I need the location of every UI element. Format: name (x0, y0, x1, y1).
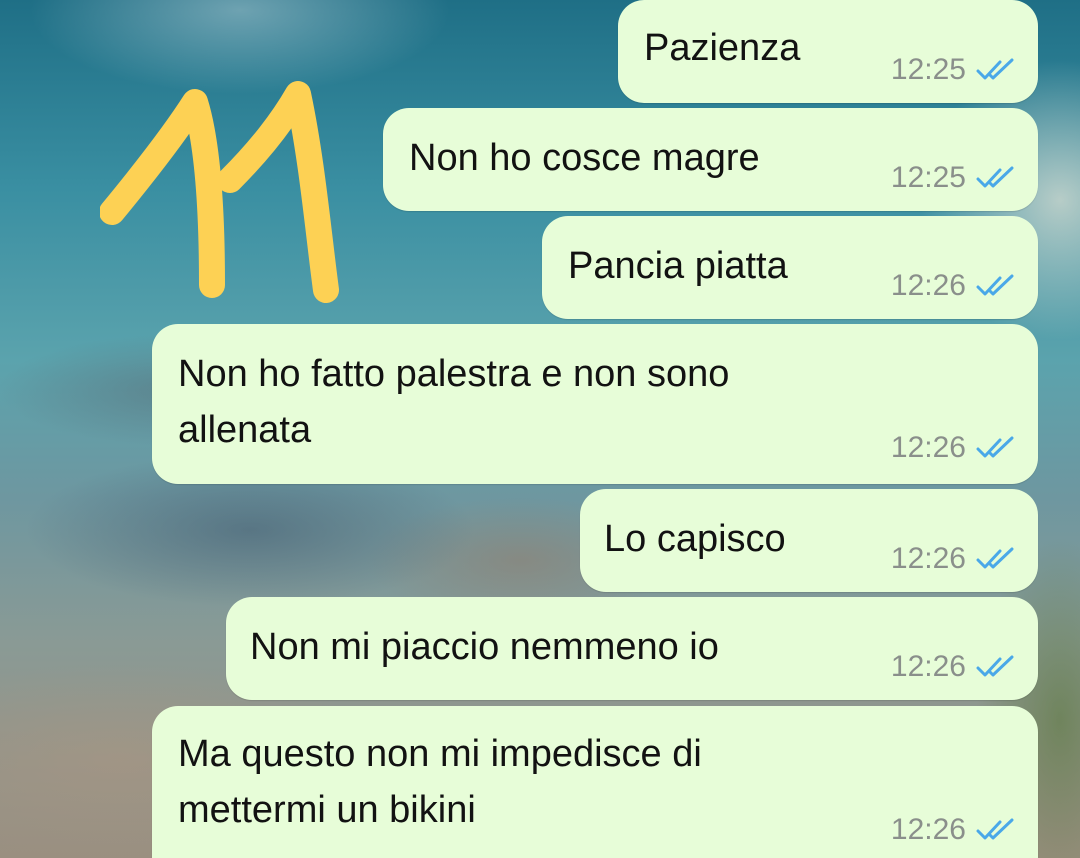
read-double-tick-icon (976, 655, 1016, 679)
read-double-tick-icon (976, 166, 1016, 190)
read-double-tick-icon (976, 547, 1016, 571)
message-text: Lo capisco (604, 518, 786, 560)
read-double-tick-icon (976, 818, 1016, 842)
read-double-tick-icon (976, 436, 1016, 460)
message-bubble[interactable]: Non ho fatto palestra e non sono allenat… (152, 324, 1038, 484)
message-bubble[interactable]: Pazienza 12:25 (618, 0, 1038, 103)
message-time: 12:26 (890, 650, 966, 683)
message-text: Non ho cosce magre (409, 137, 760, 179)
message-text: Pazienza (644, 27, 801, 69)
message-bubble[interactable]: Ma questo non mi impedisce di mettermi u… (152, 706, 1038, 858)
message-text: Non mi piaccio nemmeno io (250, 626, 719, 668)
message-time: 12:26 (890, 813, 966, 846)
message-time: 12:26 (890, 269, 966, 302)
message-time: 12:25 (890, 53, 966, 86)
handwritten-number-annotation: 11 (99, 80, 350, 310)
message-text: Non ho fatto palestra e non sono allenat… (178, 353, 730, 451)
handwritten-11-drawing (99, 81, 339, 303)
message-time: 12:25 (890, 161, 966, 194)
message-bubble[interactable]: Non ho cosce magre 12:25 (383, 108, 1038, 211)
message-text: Ma questo non mi impedisce di mettermi u… (178, 733, 702, 831)
read-double-tick-icon (976, 58, 1016, 82)
message-text: Pancia piatta (568, 245, 788, 287)
message-bubble[interactable]: Pancia piatta 12:26 (542, 216, 1038, 319)
message-time: 12:26 (890, 542, 966, 575)
message-bubble[interactable]: Non mi piaccio nemmeno io 12:26 (226, 597, 1038, 700)
read-double-tick-icon (976, 274, 1016, 298)
message-bubble[interactable]: Lo capisco 12:26 (580, 489, 1038, 592)
message-time: 12:26 (890, 431, 966, 464)
